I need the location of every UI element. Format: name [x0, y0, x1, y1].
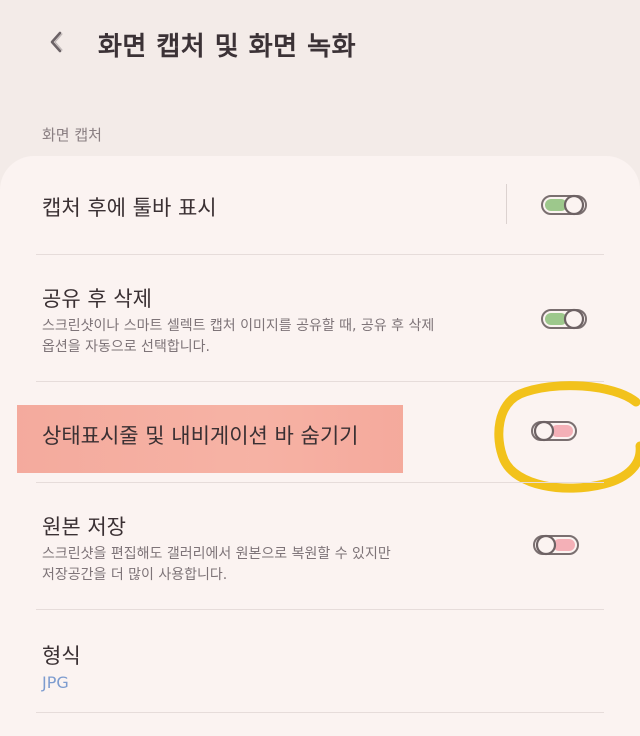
setting-title: 형식	[42, 644, 81, 668]
setting-description: 스크린샷이나 스마트 셀렉트 캡처 이미지를 공유할 때, 공유 후 삭제	[42, 318, 435, 334]
page-title: 화면 캡처 및 화면 녹화	[98, 32, 356, 62]
divider	[36, 712, 604, 713]
setting-row-toolbar[interactable]: 캡처 후에 툴바 표시	[0, 156, 640, 254]
setting-description: 옵션을 자동으로 선택합니다.	[42, 339, 210, 355]
toggle-switch-off[interactable]	[530, 419, 578, 443]
section-label: 화면 캡처	[42, 126, 102, 144]
chevron-left-icon	[50, 31, 63, 53]
setting-description: 저장공간을 더 많이 사용합니다.	[42, 567, 228, 583]
setting-row-keep-original[interactable]: 원본 저장 스크린샷을 편집해도 갤러리에서 원본으로 복원할 수 있지만 저장…	[0, 483, 640, 609]
setting-title: 상태표시줄 및 내비게이션 바 숨기기	[42, 424, 359, 448]
setting-row-hide-status-nav-bar[interactable]: 상태표시줄 및 내비게이션 바 숨기기	[0, 382, 640, 482]
toggle-switch-on[interactable]	[540, 193, 588, 217]
app-header: 화면 캡처 및 화면 녹화	[0, 0, 640, 90]
back-button[interactable]	[36, 24, 76, 60]
setting-value: JPG	[42, 673, 69, 692]
toggle-switch-off[interactable]	[532, 533, 580, 557]
setting-row-format[interactable]: 형식 JPG	[0, 610, 640, 710]
setting-title: 원본 저장	[42, 515, 126, 539]
setting-title: 캡처 후에 툴바 표시	[42, 196, 217, 220]
setting-title: 공유 후 삭제	[42, 287, 152, 311]
setting-row-delete-after-share[interactable]: 공유 후 삭제 스크린샷이나 스마트 셀렉트 캡처 이미지를 공유할 때, 공유…	[0, 255, 640, 381]
toggle-switch-on[interactable]	[540, 307, 588, 331]
setting-description: 스크린샷을 편집해도 갤러리에서 원본으로 복원할 수 있지만	[42, 546, 391, 562]
vertical-separator	[506, 184, 507, 224]
